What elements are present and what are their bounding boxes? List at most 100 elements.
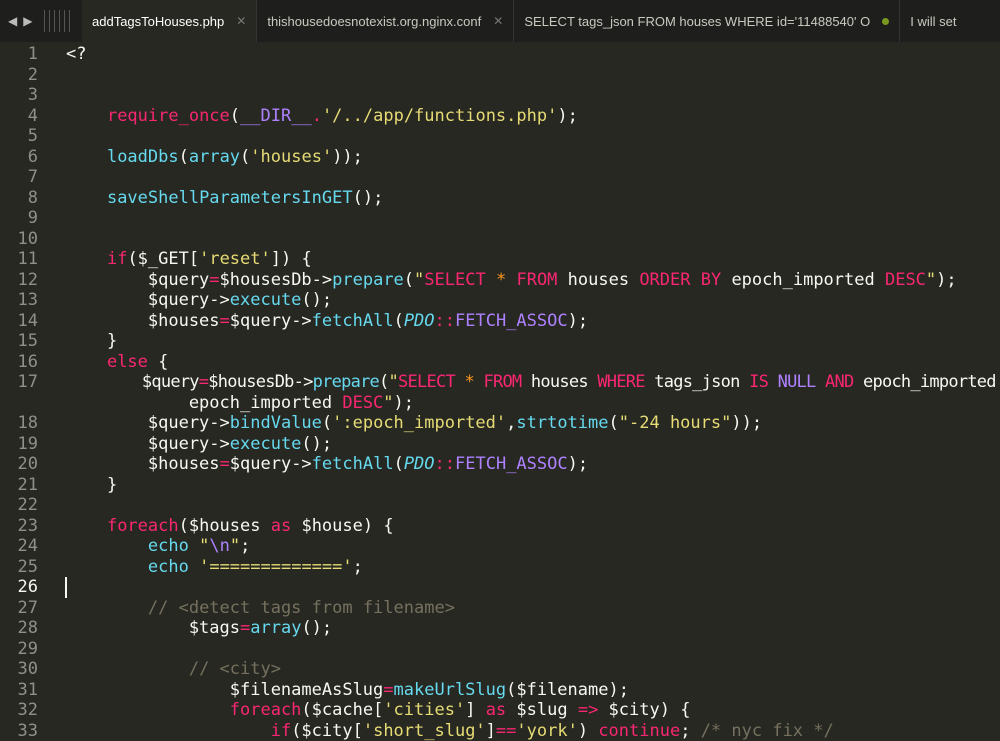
- code-text: $query->bindValue(':epoch_imported',strt…: [66, 413, 762, 434]
- code-line[interactable]: 1<?: [0, 44, 1000, 65]
- code-token: [66, 700, 230, 720]
- code-line[interactable]: 17 $query=$housesDb->prepare("SELECT * F…: [0, 372, 1000, 393]
- code-token: ($filename);: [506, 680, 629, 700]
- code-token: echo: [148, 557, 189, 577]
- code-token: [66, 352, 107, 372]
- code-line[interactable]: 21 }: [0, 475, 1000, 496]
- code-token: [189, 536, 199, 556]
- line-number: 27: [0, 598, 38, 619]
- code-token: =: [199, 372, 209, 392]
- code-token: __DIR__: [240, 106, 312, 126]
- code-token: 'cities': [383, 700, 465, 720]
- code-token: =: [220, 311, 230, 331]
- code-token: FETCH_ASSOC: [455, 311, 568, 331]
- code-line[interactable]: 8 saveShellParametersInGET();: [0, 188, 1000, 209]
- back-arrow-icon[interactable]: ◀: [8, 14, 17, 28]
- code-line[interactable]: 31 $filenameAsSlug=makeUrlSlug($filename…: [0, 680, 1000, 701]
- code-token: require_once: [107, 106, 230, 126]
- code-token: );: [557, 106, 577, 126]
- code-line[interactable]: 27 // <detect tags from filename>: [0, 598, 1000, 619]
- code-text: <?: [66, 44, 86, 65]
- code-text: foreach($houses as $house) {: [66, 516, 394, 537]
- code-line[interactable]: epoch_imported DESC");: [0, 393, 1000, 414]
- tab-nginx-conf[interactable]: thishousedoesnotexist.org.nginx.conf✕: [257, 0, 514, 42]
- code-token: [66, 147, 107, 167]
- code-line[interactable]: 19 $query->execute();: [0, 434, 1000, 455]
- code-token: ": [389, 372, 399, 392]
- code-line[interactable]: 11 if($_GET['reset']) {: [0, 249, 1000, 270]
- code-line[interactable]: 26: [0, 577, 1000, 598]
- code-line[interactable]: 14 $houses=$query->fetchAll(PDO::FETCH_A…: [0, 311, 1000, 332]
- code-line[interactable]: 18 $query->bindValue(':epoch_imported',s…: [0, 413, 1000, 434]
- tab-untitled[interactable]: I will set: [900, 0, 966, 42]
- code-token: execute: [230, 290, 302, 310]
- forward-arrow-icon[interactable]: ▶: [23, 14, 32, 28]
- code-token: ": [926, 270, 936, 290]
- code-line[interactable]: 15 }: [0, 331, 1000, 352]
- code-token: $query->: [230, 454, 312, 474]
- code-line[interactable]: 12 $query=$housesDb->prepare("SELECT * F…: [0, 270, 1000, 291]
- modified-dot-icon[interactable]: [882, 18, 889, 25]
- close-icon[interactable]: ✕: [493, 14, 503, 28]
- tab-sql-query[interactable]: SELECT tags_json FROM houses WHERE id='1…: [514, 0, 900, 42]
- code-token: $query->: [66, 413, 230, 433]
- code-line[interactable]: 32 foreach($cache['cities'] as $slug => …: [0, 700, 1000, 721]
- line-number: 20: [0, 454, 38, 475]
- code-line[interactable]: 22: [0, 495, 1000, 516]
- code-line[interactable]: 3: [0, 85, 1000, 106]
- code-token: FETCH_ASSOC: [455, 454, 568, 474]
- code-text: echo '=============';: [66, 557, 363, 578]
- code-token: $slug: [506, 700, 578, 720]
- code-line[interactable]: 6 loadDbs(array('houses'));: [0, 147, 1000, 168]
- code-line[interactable]: 2: [0, 65, 1000, 86]
- code-token: (: [179, 147, 189, 167]
- code-token: [486, 270, 496, 290]
- tab-addtagstohouses[interactable]: addTagsToHouses.php✕: [82, 0, 257, 42]
- code-text: }: [66, 475, 117, 496]
- code-token: DESC: [342, 393, 383, 413]
- code-token: [66, 188, 107, 208]
- close-icon[interactable]: ✕: [236, 14, 246, 28]
- code-text: $houses=$query->fetchAll(PDO::FETCH_ASSO…: [66, 311, 588, 332]
- code-text: require_once(__DIR__.'/../app/functions.…: [66, 106, 578, 127]
- code-token: =>: [578, 700, 598, 720]
- code-token: '/../app/functions.php': [322, 106, 557, 126]
- code-token: );: [394, 393, 414, 413]
- code-token: (: [394, 311, 404, 331]
- code-line[interactable]: 25 echo '=============';: [0, 557, 1000, 578]
- line-number: 17: [0, 372, 38, 393]
- sidebar-grip-icon[interactable]: [44, 10, 72, 32]
- code-token: }: [66, 331, 117, 351]
- code-line[interactable]: 9: [0, 208, 1000, 229]
- line-number: 24: [0, 536, 38, 557]
- code-token: \n: [209, 536, 229, 556]
- line-number: 7: [0, 167, 38, 188]
- code-line[interactable]: 5: [0, 126, 1000, 147]
- code-token: epoch_imported: [854, 372, 996, 392]
- code-line[interactable]: 16 else {: [0, 352, 1000, 373]
- code-line[interactable]: 7: [0, 167, 1000, 188]
- code-line[interactable]: 28 $tags=array();: [0, 618, 1000, 639]
- code-token: ();: [301, 290, 332, 310]
- code-token: (: [322, 413, 332, 433]
- line-number: 23: [0, 516, 38, 537]
- code-token: // <city>: [189, 659, 281, 679]
- code-token: =: [240, 618, 250, 638]
- code-line[interactable]: 10: [0, 229, 1000, 250]
- code-token: ($_GET[: [127, 249, 199, 269]
- line-number: 29: [0, 639, 38, 660]
- code-line[interactable]: 20 $houses=$query->fetchAll(PDO::FETCH_A…: [0, 454, 1000, 475]
- code-line[interactable]: 24 echo "\n";: [0, 536, 1000, 557]
- code-token: echo: [148, 536, 189, 556]
- code-editor[interactable]: 1<?234 require_once(__DIR__.'/../app/fun…: [0, 44, 1000, 741]
- code-line[interactable]: 30 // <city>: [0, 659, 1000, 680]
- code-line[interactable]: 29: [0, 639, 1000, 660]
- code-token: SELECT: [398, 372, 455, 392]
- code-token: [66, 516, 107, 536]
- code-line[interactable]: 13 $query->execute();: [0, 290, 1000, 311]
- code-token: foreach: [230, 700, 302, 720]
- code-line[interactable]: 4 require_once(__DIR__.'/../app/function…: [0, 106, 1000, 127]
- code-line[interactable]: 23 foreach($houses as $house) {: [0, 516, 1000, 537]
- line-number: 11: [0, 249, 38, 270]
- code-token: execute: [230, 434, 302, 454]
